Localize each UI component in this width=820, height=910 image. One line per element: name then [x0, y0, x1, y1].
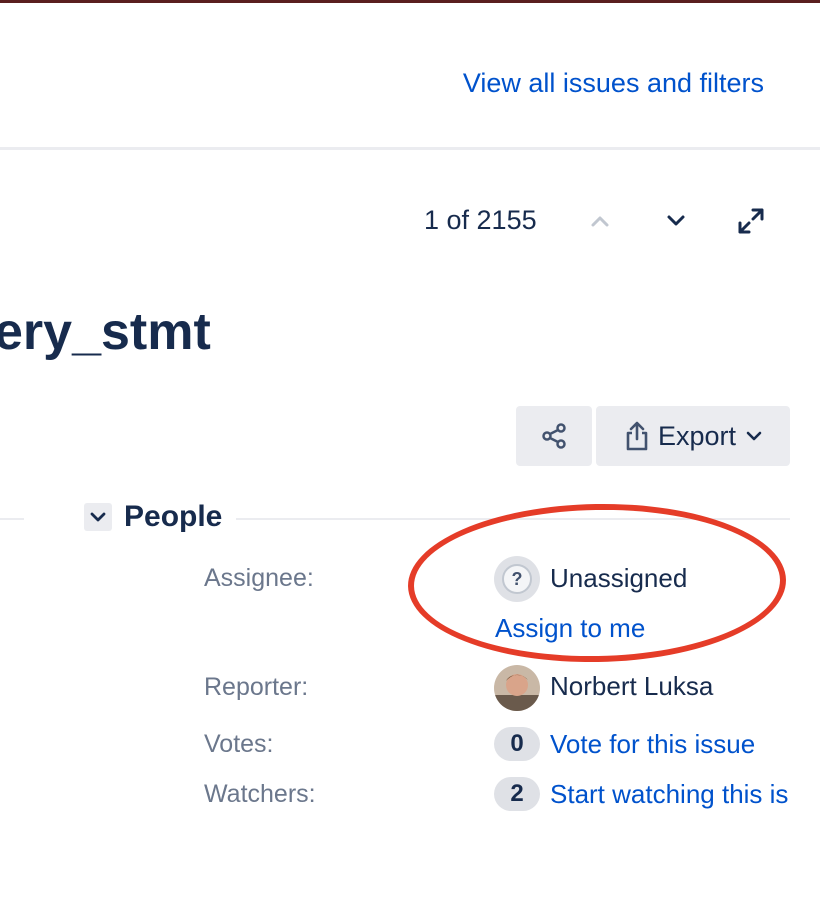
- chevron-down-icon: [746, 431, 762, 441]
- votes-label: Votes:: [204, 730, 274, 758]
- share-button[interactable]: [516, 406, 592, 466]
- chevron-up-icon: [591, 216, 609, 227]
- watchers-label: Watchers:: [204, 780, 316, 808]
- reporter-label: Reporter:: [204, 673, 309, 701]
- vote-link[interactable]: Vote for this issue: [550, 729, 755, 760]
- watchers-count-badge: 2: [494, 777, 540, 811]
- export-icon: [626, 421, 648, 451]
- header-divider: [0, 147, 820, 150]
- votes-count-badge: 0: [494, 727, 540, 761]
- top-border: [0, 0, 820, 3]
- people-section-toggle[interactable]: [84, 503, 112, 531]
- next-issue-button[interactable]: [661, 206, 691, 236]
- export-button[interactable]: Export: [596, 406, 790, 466]
- share-icon: [542, 423, 566, 449]
- view-all-issues-link[interactable]: View all issues and filters: [463, 68, 764, 99]
- reporter-value[interactable]: Norbert Luksa: [550, 671, 713, 702]
- previous-issue-button[interactable]: [585, 206, 615, 236]
- issue-title: ery_stmt: [0, 303, 211, 361]
- people-section-title: People: [124, 500, 223, 533]
- pager-count: 1 of 2155: [424, 205, 537, 235]
- chevron-down-icon: [90, 512, 106, 522]
- assignee-label: Assignee:: [204, 564, 314, 592]
- section-divider-left: [0, 518, 24, 520]
- expand-icon: [738, 208, 764, 234]
- expand-button[interactable]: [736, 206, 766, 236]
- chevron-down-icon: [667, 215, 685, 226]
- watch-link[interactable]: Start watching this is: [550, 779, 788, 810]
- annotation-circle: [406, 500, 788, 666]
- export-label: Export: [657, 420, 737, 451]
- reporter-avatar: [494, 665, 540, 711]
